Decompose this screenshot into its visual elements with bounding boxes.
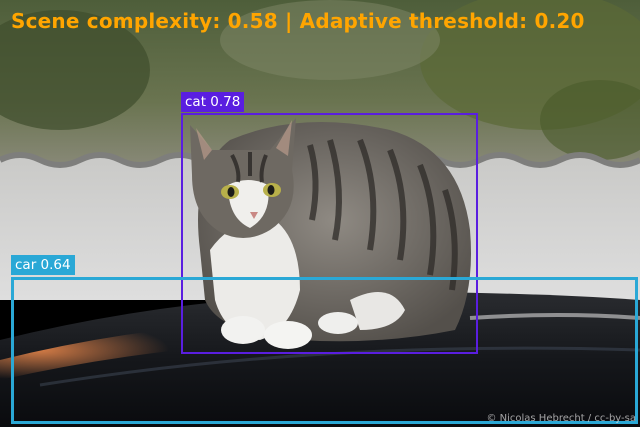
- car-detection-label: car 0.64: [11, 255, 75, 275]
- annotated-photo: Scene complexity: 0.58 | Adaptive thresh…: [0, 0, 640, 427]
- car-bounding-box: [11, 277, 638, 424]
- cat-detection-label: cat 0.78: [181, 92, 245, 112]
- photo-credit: © Nicolas Hebrecht / cc-by-sa: [486, 413, 636, 424]
- scene-complexity-readout: Scene complexity: 0.58 | Adaptive thresh…: [11, 9, 585, 33]
